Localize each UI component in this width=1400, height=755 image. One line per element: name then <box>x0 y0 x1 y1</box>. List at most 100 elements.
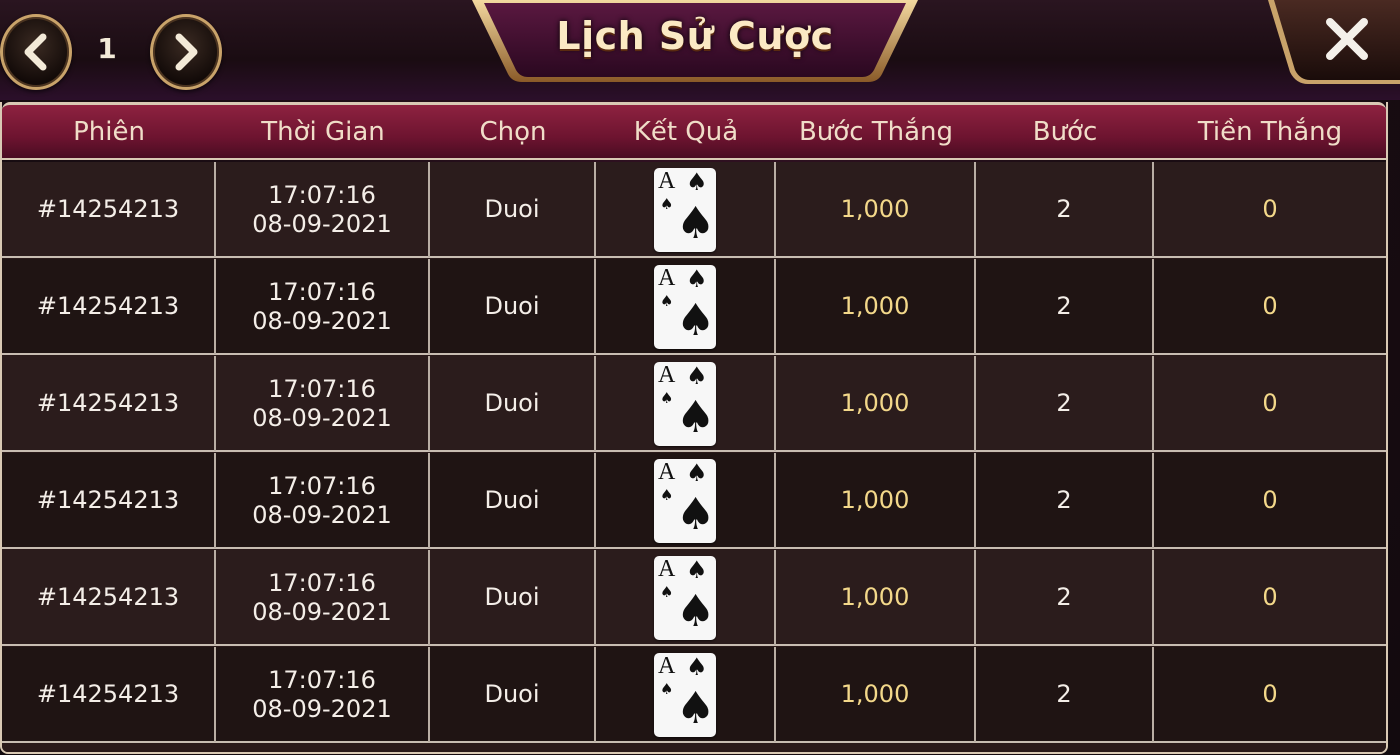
column-header-time: Thời Gian <box>261 117 385 147</box>
session-id: #14254213 <box>36 486 180 514</box>
chevron-left-icon <box>24 33 47 71</box>
bet-history-dialog: 1 Lịch Sử Cược Phiên Thời Gian Chọn Kết … <box>0 0 1400 755</box>
column-header-session: Phiên <box>73 117 145 147</box>
column-header-win-step: Bước Thắng <box>798 117 954 147</box>
cell-win-step: 1,000 <box>776 259 976 354</box>
cell-choice: Duoi <box>430 259 596 354</box>
spade-icon: ♠ <box>660 485 674 504</box>
column-header-choice: Chọn <box>479 117 547 147</box>
spade-icon: ♠ <box>676 488 716 540</box>
cell-session: #14254213 <box>2 453 216 548</box>
cell-choice: Duoi <box>430 162 596 257</box>
win-step-value: 1,000 <box>840 389 910 417</box>
close-button[interactable] <box>1268 0 1400 84</box>
cell-win-step: 1,000 <box>776 453 976 548</box>
cell-win-step: 1,000 <box>776 356 976 451</box>
cell-result: A ♠ ♠ ♠ <box>596 550 776 645</box>
cell-result: A ♠ ♠ ♠ <box>596 647 776 742</box>
bet-date: 08-09-2021 <box>252 403 392 432</box>
cell-winnings: 0 <box>1154 550 1386 645</box>
bet-choice: Duoi <box>484 486 540 514</box>
chevron-right-icon <box>175 33 198 71</box>
table-row[interactable]: #14254213 17:07:16 08-09-2021 Duoi A ♠ ♠… <box>2 356 1386 452</box>
playing-card: A ♠ ♠ ♠ <box>654 264 716 349</box>
step-value: 2 <box>1056 292 1072 320</box>
bet-history-table: Phiên Thời Gian Chọn Kết Quả Bước Thắng … <box>0 102 1388 754</box>
win-step-value: 1,000 <box>840 583 910 611</box>
column-header-step: Bước <box>1032 117 1098 147</box>
spade-icon: ♠ <box>676 682 716 734</box>
winnings-value: 0 <box>1262 486 1278 514</box>
bet-date: 08-09-2021 <box>252 597 392 626</box>
table-row[interactable]: #14254213 17:07:16 08-09-2021 Duoi A ♠ ♠… <box>2 162 1386 258</box>
cell-winnings: 0 <box>1154 356 1386 451</box>
page-title: Lịch Sử Cược <box>556 14 834 58</box>
cell-win-step: 1,000 <box>776 550 976 645</box>
winnings-value: 0 <box>1262 389 1278 417</box>
cell-result: A ♠ ♠ ♠ <box>596 453 776 548</box>
table-row[interactable]: #14254213 17:07:16 08-09-2021 Duoi A ♠ ♠… <box>2 259 1386 355</box>
cell-choice: Duoi <box>430 550 596 645</box>
spade-icon: ♠ <box>660 291 674 310</box>
bet-choice: Duoi <box>484 292 540 320</box>
step-value: 2 <box>1056 389 1072 417</box>
column-header-result: Kết Quả <box>633 117 739 147</box>
spade-icon: ♠ <box>660 679 674 698</box>
cell-result: A ♠ ♠ ♠ <box>596 356 776 451</box>
table-row[interactable]: #14254213 17:07:16 08-09-2021 Duoi A ♠ ♠… <box>2 550 1386 646</box>
close-icon <box>1268 0 1400 84</box>
bet-choice: Duoi <box>484 680 540 708</box>
winnings-value: 0 <box>1262 583 1278 611</box>
table-row[interactable]: #14254213 17:07:16 08-09-2021 Duoi A ♠ ♠… <box>2 453 1386 549</box>
session-id: #14254213 <box>36 680 180 708</box>
table-row[interactable]: #14254213 17:07:16 08-09-2021 Duoi A ♠ ♠… <box>2 647 1386 743</box>
playing-card: A ♠ ♠ ♠ <box>654 555 716 640</box>
cell-time: 17:07:16 08-09-2021 <box>216 356 430 451</box>
cell-session: #14254213 <box>2 550 216 645</box>
spade-icon: ♠ <box>676 294 716 346</box>
spade-icon: ♠ <box>660 194 674 213</box>
step-value: 2 <box>1056 583 1072 611</box>
win-step-value: 1,000 <box>840 680 910 708</box>
spade-icon: ♠ <box>660 388 674 407</box>
prev-page-button[interactable] <box>0 14 72 90</box>
win-step-value: 1,000 <box>840 292 910 320</box>
spade-icon: ♠ <box>686 264 708 293</box>
playing-card: A ♠ ♠ ♠ <box>654 361 716 446</box>
cell-win-step: 1,000 <box>776 162 976 257</box>
bet-time: 17:07:16 <box>268 665 376 694</box>
cell-session: #14254213 <box>2 259 216 354</box>
playing-card: A ♠ ♠ ♠ <box>654 458 716 543</box>
cell-time: 17:07:16 08-09-2021 <box>216 259 430 354</box>
bet-time: 17:07:16 <box>268 568 376 597</box>
title-plate: Lịch Sử Cược <box>470 0 920 84</box>
column-header-winnings: Tiền Thắng <box>1197 117 1343 147</box>
winnings-value: 0 <box>1262 292 1278 320</box>
winnings-value: 0 <box>1262 680 1278 708</box>
playing-card: A ♠ ♠ ♠ <box>654 167 716 252</box>
card-rank: A <box>658 361 676 388</box>
bet-time: 17:07:16 <box>268 374 376 403</box>
spade-icon: ♠ <box>676 585 716 637</box>
cell-step: 2 <box>976 356 1154 451</box>
win-step-value: 1,000 <box>840 486 910 514</box>
spade-icon: ♠ <box>686 555 708 584</box>
cell-winnings: 0 <box>1154 453 1386 548</box>
cell-winnings: 0 <box>1154 259 1386 354</box>
table-body: #14254213 17:07:16 08-09-2021 Duoi A ♠ ♠… <box>2 162 1386 752</box>
next-page-button[interactable] <box>150 14 222 90</box>
session-id: #14254213 <box>36 389 180 417</box>
win-step-value: 1,000 <box>840 195 910 223</box>
spade-icon: ♠ <box>686 652 708 681</box>
cell-time: 17:07:16 08-09-2021 <box>216 550 430 645</box>
card-rank: A <box>658 652 676 679</box>
spade-icon: ♠ <box>686 458 708 487</box>
card-rank: A <box>658 264 676 291</box>
spade-icon: ♠ <box>660 582 674 601</box>
cell-time: 17:07:16 08-09-2021 <box>216 162 430 257</box>
bet-date: 08-09-2021 <box>252 306 392 335</box>
spade-icon: ♠ <box>686 167 708 196</box>
spade-icon: ♠ <box>676 391 716 443</box>
cell-step: 2 <box>976 259 1154 354</box>
bet-date: 08-09-2021 <box>252 209 392 238</box>
